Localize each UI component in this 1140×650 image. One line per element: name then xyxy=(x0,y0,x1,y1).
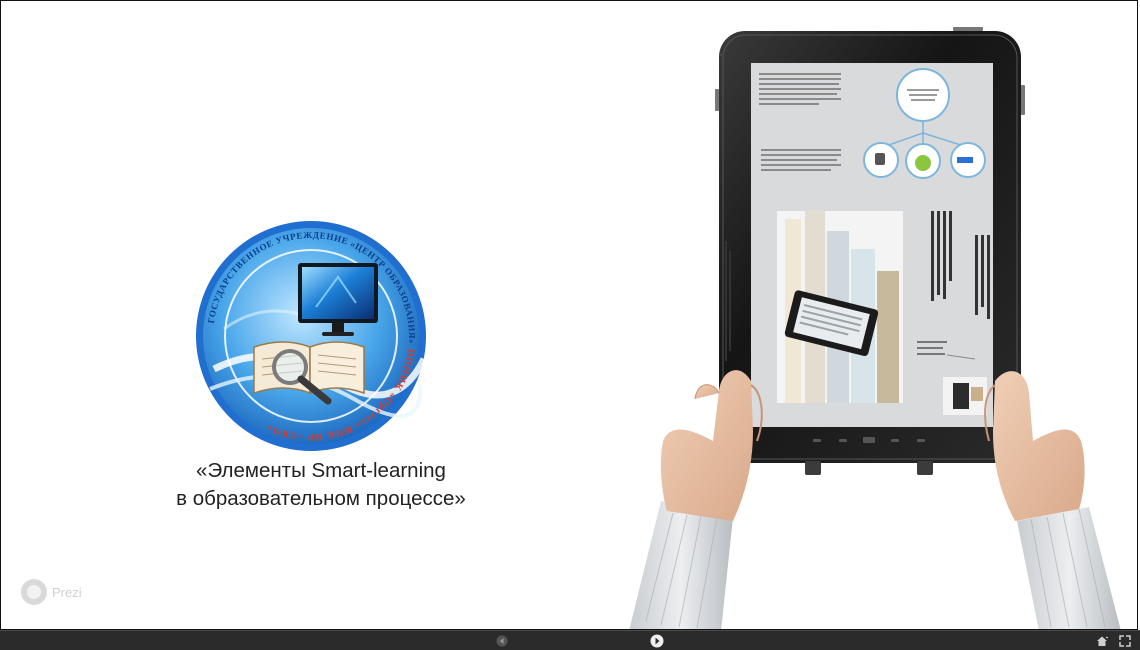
tablet-illustration xyxy=(601,21,1137,629)
slide-title-line-1: «Элементы Smart-learning xyxy=(196,459,446,482)
fullscreen-icon xyxy=(1119,635,1131,647)
home-icon xyxy=(1097,636,1109,646)
slide-title: «Элементы Smart-learning в образовательн… xyxy=(111,457,531,513)
home-button[interactable] xyxy=(1093,633,1111,649)
fullscreen-button[interactable] xyxy=(1116,633,1134,649)
next-arrow-icon xyxy=(650,634,664,648)
slide-title-line-2: в образовательном процессе» xyxy=(176,487,466,510)
player-toolbar xyxy=(0,630,1140,650)
presentation-frame: ИНПИК «Оргтех» ИНК ПР «СКО» ГОСУДАРСТВЕН… xyxy=(0,0,1140,650)
next-button[interactable] xyxy=(648,633,666,649)
prezi-watermark-text: Prezi xyxy=(52,585,82,600)
prezi-watermark: Prezi xyxy=(19,577,119,607)
organization-logo: ИНПИК «Оргтех» ИНК ПР «СКО» ГОСУДАРСТВЕН… xyxy=(194,219,428,453)
previous-arrow-icon xyxy=(496,635,508,647)
slide-canvas: ИНПИК «Оргтех» ИНК ПР «СКО» ГОСУДАРСТВЕН… xyxy=(0,0,1138,630)
previous-button[interactable] xyxy=(493,633,511,649)
